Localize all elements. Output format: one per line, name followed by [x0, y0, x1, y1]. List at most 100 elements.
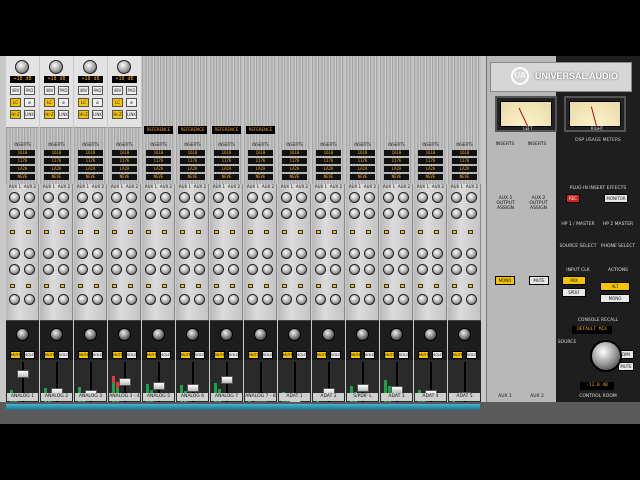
insert-slot[interactable]: LA2A [10, 166, 35, 172]
send-switch[interactable] [248, 230, 253, 234]
insert-slot[interactable]: 1176 [384, 158, 409, 164]
send-knob[interactable] [24, 264, 35, 275]
send-knob[interactable] [58, 248, 69, 259]
solo-button[interactable]: SOLO [398, 351, 409, 359]
send-switch[interactable] [230, 284, 235, 288]
pan-knob[interactable] [254, 328, 267, 341]
send-knob[interactable] [315, 192, 326, 203]
solo-button[interactable]: SOLO [432, 351, 443, 359]
send-knob[interactable] [349, 294, 360, 305]
send-switch[interactable] [384, 284, 389, 288]
send-knob[interactable] [77, 294, 88, 305]
send-knob[interactable] [160, 248, 171, 259]
pan-knob[interactable] [220, 328, 233, 341]
cp-mute-button[interactable]: MUTE [618, 362, 634, 371]
fader-cap[interactable] [187, 384, 199, 392]
insert-slot[interactable]: 1176 [248, 158, 273, 164]
send-knob[interactable] [160, 264, 171, 275]
send-knob[interactable] [315, 294, 326, 305]
solo-button[interactable]: SOLO [296, 351, 307, 359]
send-knob[interactable] [24, 294, 35, 305]
send-knob[interactable] [111, 248, 122, 259]
send-knob[interactable] [247, 248, 258, 259]
insert-slot[interactable]: LA2A [44, 166, 69, 172]
send-switch[interactable] [248, 284, 253, 288]
send-knob[interactable] [398, 192, 409, 203]
cp-spdif-button[interactable]: SPDIF [562, 288, 586, 297]
send-knob[interactable] [417, 248, 428, 259]
insert-slot[interactable]: LA2A [282, 166, 307, 172]
send-knob[interactable] [228, 264, 239, 275]
send-switch[interactable] [468, 230, 473, 234]
send-switch[interactable] [128, 284, 133, 288]
send-knob[interactable] [145, 294, 156, 305]
solo-button[interactable]: SOLO [364, 351, 375, 359]
fader-cap[interactable] [153, 382, 165, 390]
send-switch[interactable] [452, 284, 457, 288]
send-knob[interactable] [228, 248, 239, 259]
insert-slot[interactable]: 1610 [282, 150, 307, 156]
preamp-button[interactable]: PAD [126, 86, 137, 95]
send-knob[interactable] [179, 294, 190, 305]
send-knob[interactable] [194, 264, 205, 275]
send-knob[interactable] [315, 248, 326, 259]
send-knob[interactable] [364, 248, 375, 259]
send-knob[interactable] [432, 208, 443, 219]
send-knob[interactable] [9, 248, 20, 259]
send-knob[interactable] [296, 192, 307, 203]
insert-slot[interactable]: 1610 [146, 150, 171, 156]
insert-slot[interactable]: 1176 [350, 158, 375, 164]
preamp-button[interactable]: 48V [10, 86, 21, 95]
fader-cap[interactable] [221, 376, 233, 384]
mute-button[interactable]: MUTE [282, 351, 293, 359]
preamp-button[interactable]: LC [44, 98, 55, 107]
send-knob[interactable] [126, 248, 137, 259]
insert-slot[interactable]: NEVE [316, 174, 341, 180]
send-knob[interactable] [58, 208, 69, 219]
send-knob[interactable] [364, 192, 375, 203]
send-knob[interactable] [466, 294, 477, 305]
pan-knob[interactable] [186, 328, 199, 341]
insert-slot[interactable]: 1176 [44, 158, 69, 164]
send-knob[interactable] [417, 208, 428, 219]
send-knob[interactable] [417, 294, 428, 305]
send-switch[interactable] [468, 284, 473, 288]
send-knob[interactable] [228, 192, 239, 203]
send-knob[interactable] [43, 208, 54, 219]
insert-slot[interactable]: 1610 [350, 150, 375, 156]
channel-name[interactable]: ANALOG 3 - 4 [109, 393, 140, 401]
send-knob[interactable] [364, 264, 375, 275]
send-knob[interactable] [24, 248, 35, 259]
insert-slot[interactable]: 1610 [214, 150, 239, 156]
send-switch[interactable] [350, 284, 355, 288]
send-knob[interactable] [349, 264, 360, 275]
mute-button[interactable]: MUTE [316, 351, 327, 359]
insert-slot[interactable]: 1176 [282, 158, 307, 164]
channel-name[interactable]: ANALOG 3 [75, 393, 106, 401]
insert-slot[interactable]: 1610 [44, 150, 69, 156]
mute-button[interactable]: MUTE [214, 351, 225, 359]
control-room-knob[interactable] [590, 340, 622, 372]
send-knob[interactable] [417, 192, 428, 203]
insert-slot[interactable]: 1176 [418, 158, 443, 164]
send-knob[interactable] [228, 208, 239, 219]
send-switch[interactable] [112, 284, 117, 288]
send-knob[interactable] [281, 248, 292, 259]
send-knob[interactable] [58, 192, 69, 203]
insert-slot[interactable]: NEVE [146, 174, 171, 180]
cp-alt-button[interactable]: ALT [600, 282, 630, 291]
send-knob[interactable] [330, 208, 341, 219]
send-knob[interactable] [9, 264, 20, 275]
send-switch[interactable] [94, 230, 99, 234]
mute-button[interactable]: MUTE [78, 351, 89, 359]
insert-slot[interactable]: 1176 [452, 158, 477, 164]
send-switch[interactable] [94, 284, 99, 288]
send-knob[interactable] [77, 264, 88, 275]
send-knob[interactable] [111, 294, 122, 305]
send-knob[interactable] [145, 192, 156, 203]
gain-knob[interactable] [49, 60, 63, 74]
send-knob[interactable] [451, 264, 462, 275]
send-knob[interactable] [296, 208, 307, 219]
gain-knob[interactable] [15, 60, 29, 74]
send-switch[interactable] [162, 230, 167, 234]
